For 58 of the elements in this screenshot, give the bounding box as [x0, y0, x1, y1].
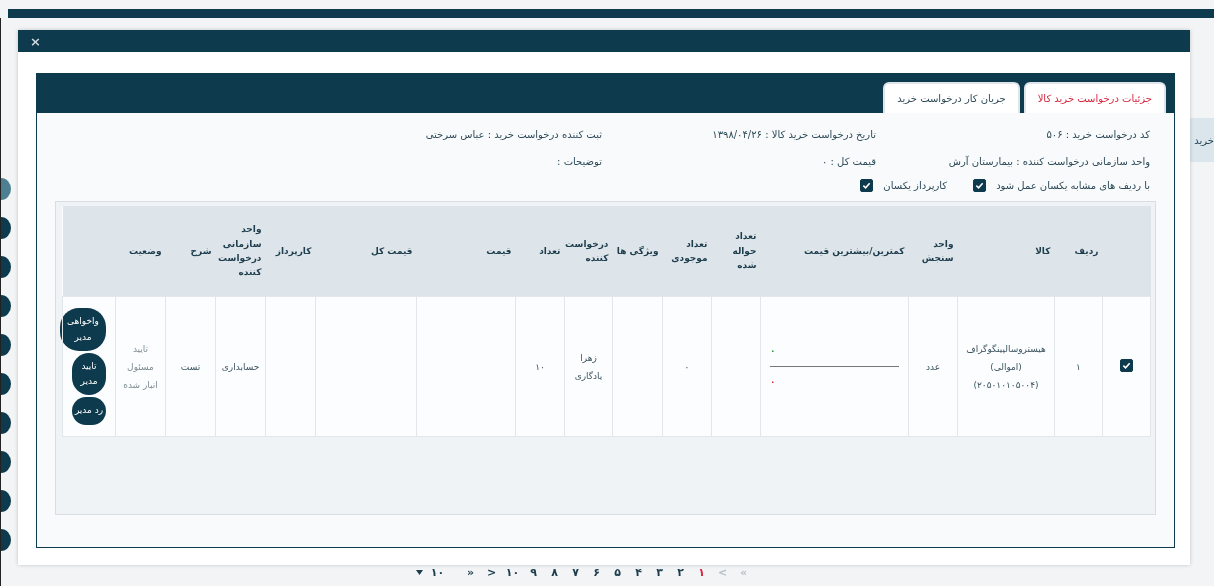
info-text: ثبت کننده درخواست خرید : عباس سرختی	[424, 129, 602, 140]
close-button[interactable]: ×	[30, 33, 41, 49]
info-text: توضیحات :	[556, 156, 602, 167]
table-cell: هیستروسالپینگوگراف (اموالی) (۲۰۵۰۱۰۱۰۵۰۰۴)	[966, 343, 1046, 390]
checkbox[interactable]	[860, 179, 874, 192]
last-page-button[interactable]: «	[460, 566, 481, 579]
next-page-button[interactable]: <	[481, 566, 502, 579]
info-text: واحد سازمانی درخواست کننده : بیمارستان آرش	[947, 156, 1150, 167]
page-button[interactable]: ۸	[544, 566, 565, 579]
column-header: ویژگی ها	[616, 245, 659, 256]
column-header: تعداد موجودی	[671, 238, 708, 263]
column-header: کمترین/بیشترین قیمت	[803, 245, 905, 256]
page-button[interactable]: ۷	[565, 566, 586, 579]
table-cell-text: ۰	[770, 345, 776, 358]
page-button[interactable]: ۶	[586, 566, 607, 579]
column-header: واحد سازمانی درخواست کننده	[218, 224, 262, 278]
table-cell-text: ۰	[770, 376, 776, 389]
column-header: تعداد	[539, 245, 561, 256]
page-button[interactable]: ۱	[691, 566, 712, 579]
column-header: کالا	[1035, 245, 1051, 256]
table-cell: ۰	[684, 361, 690, 372]
page-button[interactable]: ۳	[649, 566, 670, 579]
tab[interactable]: جریان کار درخواست خرید	[883, 82, 1020, 113]
page-button[interactable]: ۵	[607, 566, 628, 579]
column-header: واحد سنجش	[921, 238, 954, 263]
table-cell: تایید مسئول انبار شده	[123, 343, 158, 390]
table-cell: زهرا یادگاری	[574, 352, 603, 381]
table-cell: حسابداری	[221, 361, 260, 372]
column-header: کارپرداز	[275, 245, 312, 256]
column-header: درخواست کننده	[565, 238, 609, 263]
page-button[interactable]: ۲	[670, 566, 691, 579]
column-header: تعداد حواله شده	[732, 231, 757, 271]
table-cell: تست	[180, 361, 201, 372]
info-text: قیمت کل : ۰	[821, 156, 876, 167]
column-header: خرید	[1190, 118, 1214, 162]
action-button[interactable]: تایید مدیر	[72, 352, 106, 396]
checkbox[interactable]	[973, 179, 987, 192]
page-button[interactable]: ۴	[628, 566, 649, 579]
page-button[interactable]: ۹	[523, 566, 544, 579]
info-text: کد درخواست خرید : ۵۰۶	[1045, 129, 1150, 140]
column-header: وضعیت	[128, 245, 162, 256]
page-size-select[interactable]: ۱۰	[410, 566, 450, 579]
tab[interactable]: جزئیات درخواست خرید کالا	[1023, 82, 1166, 113]
page-button[interactable]: ۱۰	[502, 566, 523, 579]
table-cell: ۱	[1076, 361, 1081, 372]
info-text: تاریخ درخواست خرید کالا : ۱۳۹۸/۰۴/۲۶	[711, 129, 876, 140]
column-header: قیمت	[486, 245, 512, 256]
checkbox-label: کارپرداز یکسان	[883, 180, 948, 191]
table-cell: عدد	[925, 361, 941, 372]
checkbox[interactable]	[1120, 358, 1133, 372]
table-cell: ۱۰	[535, 361, 545, 372]
column-header: شرح	[190, 245, 212, 256]
column-header: ردیف	[1074, 245, 1099, 256]
caret-icon	[415, 570, 423, 575]
checkbox-label: با ردیف های مشابه یکسان عمل شود	[996, 180, 1150, 191]
action-button[interactable]: رد مدیر	[72, 397, 106, 425]
column-header: قیمت کل	[370, 245, 413, 256]
action-button[interactable]: واخواهی مدیر	[60, 308, 106, 351]
